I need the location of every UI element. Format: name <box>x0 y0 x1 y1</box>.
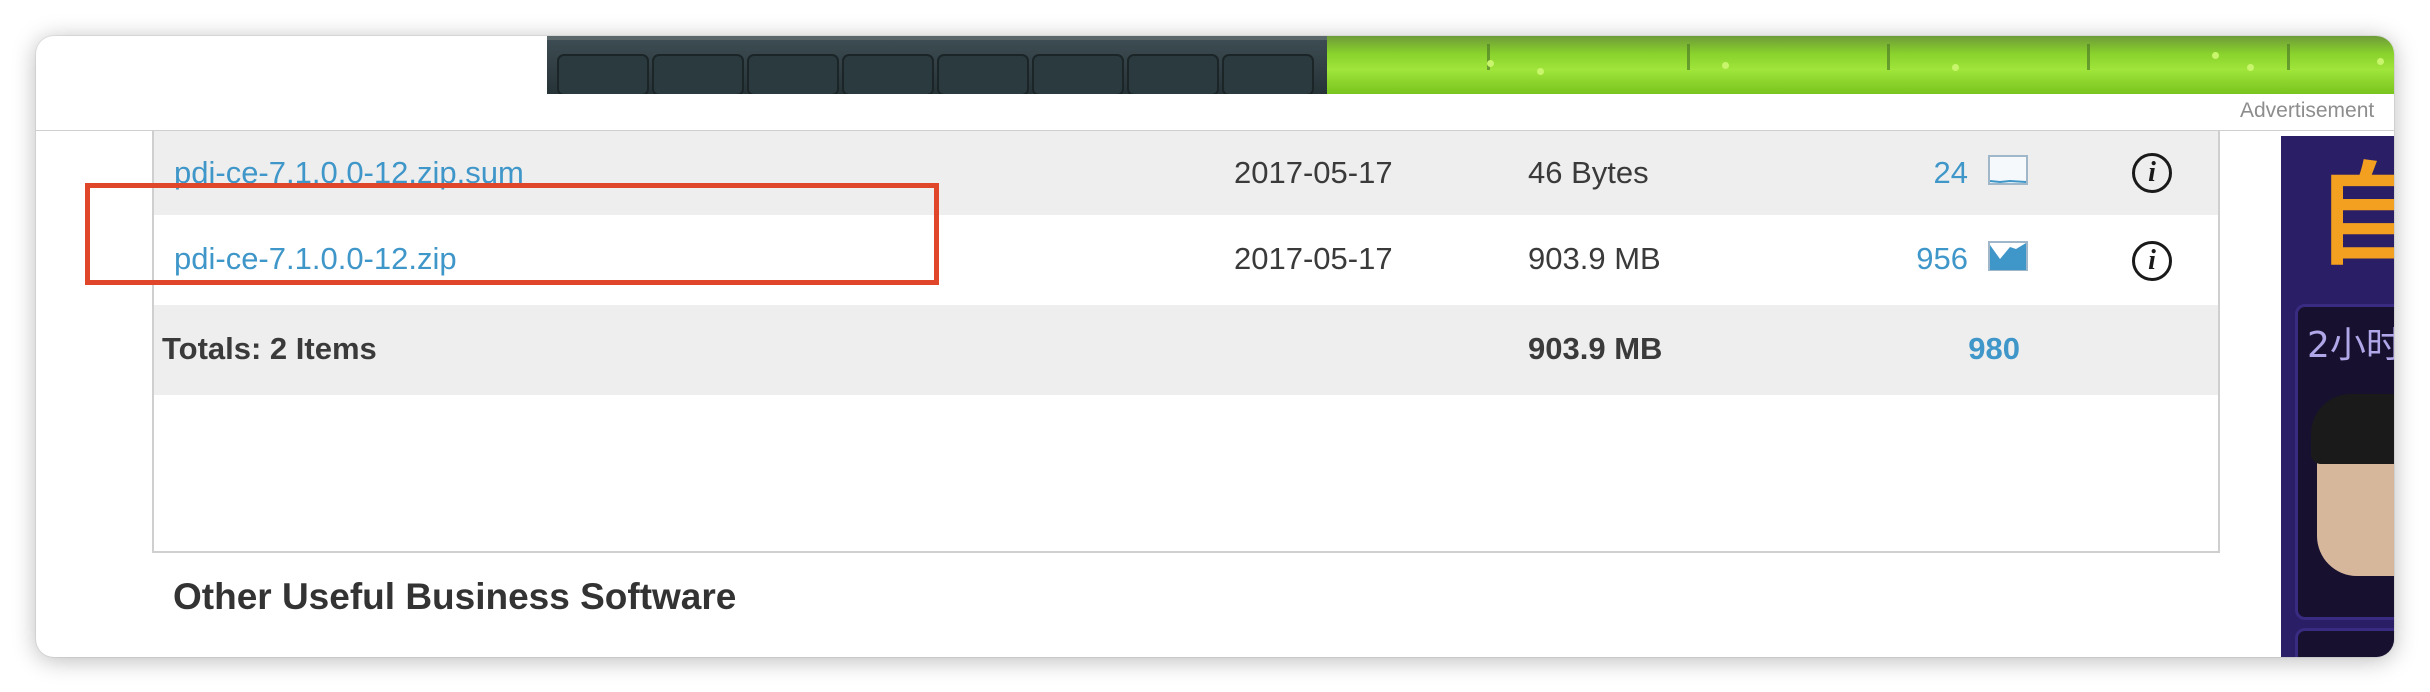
browser-window: Advertisement pdi-ce-7.1.0.0-12.zip.sum … <box>36 36 2394 657</box>
fence-post <box>1687 44 1690 70</box>
banner-ad-dark-section <box>547 36 1327 94</box>
info-icon[interactable]: i <box>2132 153 2172 193</box>
side-advertisement[interactable]: 自 2小时 <box>2281 136 2394 657</box>
file-size: 903.9 MB <box>1528 241 1661 276</box>
highlight-annotation <box>85 183 939 285</box>
slime-bubble <box>1952 64 1959 71</box>
advertisement-label: Advertisement <box>2240 99 2375 122</box>
side-ad-panel <box>2295 628 2394 657</box>
download-chart-icon[interactable] <box>1988 241 2028 271</box>
slime-bubble <box>2212 52 2219 59</box>
banner-ad-green-section <box>1327 36 2394 94</box>
side-ad-headline: 自 <box>2315 152 2394 280</box>
section-title: Other Useful Business Software <box>173 576 737 617</box>
banner-advertisement[interactable] <box>547 36 2394 94</box>
download-count-link[interactable]: 956 <box>1916 241 1968 277</box>
side-ad-text: 2小时 <box>2307 325 2394 366</box>
banner-tile <box>747 54 839 94</box>
banner-tile <box>1222 54 1314 94</box>
slime-bubble <box>2377 58 2384 65</box>
totals-size: 903.9 MB <box>1528 331 1663 366</box>
banner-tile <box>937 54 1029 94</box>
totals-label: Totals: 2 Items <box>162 331 377 366</box>
banner-tile <box>842 54 934 94</box>
banner-tile <box>1127 54 1219 94</box>
banner-tile <box>1032 54 1124 94</box>
fence-post <box>1887 44 1890 70</box>
file-date: 2017-05-17 <box>1234 241 1393 276</box>
info-icon[interactable]: i <box>2132 241 2172 281</box>
file-size: 46 Bytes <box>1528 155 1649 190</box>
file-date: 2017-05-17 <box>1234 155 1393 190</box>
slime-bubble <box>1722 62 1729 69</box>
slime-bubble <box>1487 60 1494 67</box>
fence-post <box>2287 44 2290 70</box>
banner-tile <box>557 54 649 94</box>
totals-downloads-link[interactable]: 980 <box>1968 331 2020 367</box>
download-count-link[interactable]: 24 <box>1934 155 1968 191</box>
totals-row: Totals: 2 Items 903.9 MB 980 <box>154 305 2218 395</box>
slime-bubble <box>1537 68 1544 75</box>
side-ad-character-hair <box>2311 394 2394 464</box>
slime-bubble <box>2247 64 2254 71</box>
banner-tile <box>652 54 744 94</box>
fence-post <box>2087 44 2090 70</box>
download-chart-icon[interactable] <box>1988 155 2028 185</box>
